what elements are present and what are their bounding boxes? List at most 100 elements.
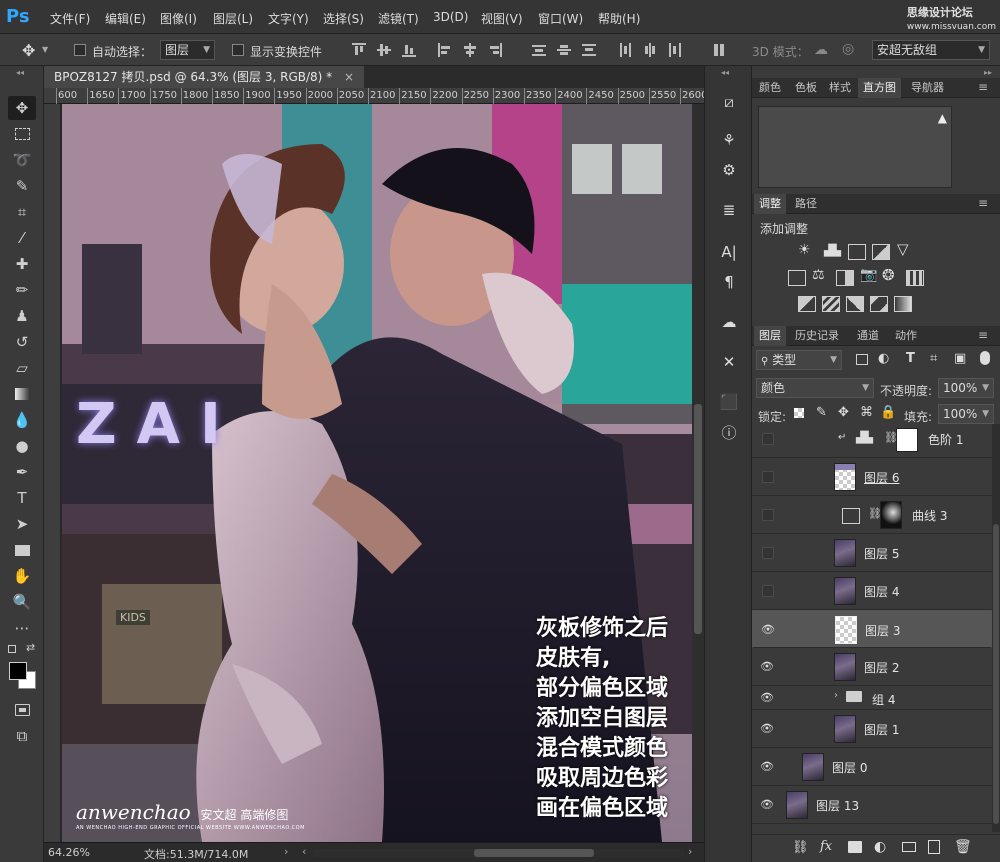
lock-position-icon[interactable]: ✥: [838, 405, 849, 420]
menu-image[interactable]: 图像(I): [160, 10, 197, 27]
tool-preset-arrow-icon[interactable]: ▼: [42, 45, 48, 54]
document-tab[interactable]: BPOZ8127 拷贝.psd @ 64.3% (图层 3, RGB/8) * …: [44, 66, 365, 88]
3d-orbit-icon[interactable]: ☁: [814, 42, 828, 58]
align-vcenter-icon[interactable]: [377, 43, 391, 57]
toolbar-collapse-icon[interactable]: ◂◂: [16, 68, 24, 77]
layer-name[interactable]: 图层 3: [865, 622, 900, 640]
photo-filter-icon[interactable]: 📷: [860, 267, 877, 283]
tool-presets-icon[interactable]: ⚙: [717, 158, 741, 182]
filter-smart-object-icon[interactable]: ▣: [954, 351, 966, 366]
eye-icon[interactable]: 👁: [760, 798, 774, 812]
align-left-icon[interactable]: [438, 43, 452, 57]
move-tool-icon[interactable]: ✥: [22, 41, 35, 60]
layer-row[interactable]: 👁 图层 2: [752, 648, 992, 686]
menu-window[interactable]: 窗口(W): [538, 10, 583, 27]
gradient-tool-icon[interactable]: [8, 382, 36, 406]
eyedropper-tool-icon[interactable]: ⁄: [8, 226, 36, 250]
expand-group-icon[interactable]: ›: [834, 690, 838, 701]
layer-row[interactable]: 图层 4: [752, 572, 992, 610]
healing-brush-tool-icon[interactable]: ✚: [8, 252, 36, 276]
fill-input[interactable]: 100% ▼: [938, 404, 994, 424]
new-layer-icon[interactable]: [928, 840, 940, 854]
crop-tool-icon[interactable]: ⌗: [8, 200, 36, 224]
tab-styles[interactable]: 样式: [824, 78, 856, 98]
layer-row[interactable]: 👁 图层 1: [752, 710, 992, 748]
layer-style-icon[interactable]: fx: [820, 839, 832, 854]
layer-name[interactable]: 图层 13: [816, 797, 859, 814]
marquee-tool-icon[interactable]: [8, 122, 36, 146]
align-bottom-icon[interactable]: [402, 43, 416, 57]
lasso-tool-icon[interactable]: ➰: [8, 148, 36, 172]
brush-tool-icon[interactable]: ✏: [8, 278, 36, 302]
layer-name[interactable]: 组 4: [872, 691, 895, 708]
filter-toggle-switch[interactable]: [980, 351, 990, 365]
layer-row-selected[interactable]: 👁 图层 3: [752, 610, 992, 648]
new-adjustment-layer-icon[interactable]: ◐: [874, 839, 886, 855]
layer-row[interactable]: 图层 6: [752, 458, 992, 496]
delete-layer-icon[interactable]: 🗑: [954, 839, 972, 855]
brightness-contrast-icon[interactable]: ☀: [798, 242, 811, 258]
layer-row[interactable]: ↵ ▟▙ ⛓ 色阶 1: [752, 424, 992, 458]
layer-row[interactable]: 图层 5: [752, 534, 992, 572]
threshold-icon[interactable]: [846, 296, 864, 312]
canvas-area[interactable]: ZAI KIDS 灰板修饰之后 皮肤有, 部分偏色区域 添加空白图层 混合模式颜…: [60, 104, 704, 842]
tab-navigator[interactable]: 导航器: [906, 78, 949, 98]
visibility-toggle[interactable]: [762, 585, 774, 597]
menu-filter[interactable]: 滤镜(T): [378, 10, 419, 27]
eye-icon[interactable]: 👁: [760, 691, 774, 705]
eraser-tool-icon[interactable]: ▱: [8, 356, 36, 380]
tab-color[interactable]: 颜色: [754, 78, 786, 98]
layer-name[interactable]: 图层 2: [864, 659, 899, 676]
info-panel-icon[interactable]: ⓘ: [717, 420, 741, 444]
libraries-icon[interactable]: ☁: [717, 310, 741, 334]
menu-view[interactable]: 视图(V): [481, 10, 523, 27]
align-top-icon[interactable]: [352, 43, 366, 57]
filter-adjustment-icon[interactable]: ◐: [878, 351, 889, 366]
layers-scrollbar[interactable]: [992, 424, 1000, 832]
eye-icon[interactable]: 👁: [761, 623, 775, 637]
black-white-icon[interactable]: [836, 270, 854, 286]
layer-name[interactable]: 色阶 1: [928, 431, 963, 448]
rectangle-tool-icon[interactable]: [8, 538, 36, 562]
tab-actions[interactable]: 动作: [890, 326, 922, 346]
hue-saturation-icon[interactable]: [788, 270, 806, 286]
eye-icon[interactable]: 👁: [760, 722, 774, 736]
clone-stamp-tool-icon[interactable]: ♟: [8, 304, 36, 328]
levels-icon[interactable]: ▟▙: [824, 244, 842, 260]
zoom-tool-icon[interactable]: 🔍: [8, 590, 36, 614]
selective-color-icon[interactable]: [870, 296, 888, 312]
blend-mode-select[interactable]: 颜色 ▼: [756, 378, 874, 398]
layer-row[interactable]: 👁 图层 13: [752, 786, 992, 824]
layer-name[interactable]: 图层 5: [864, 545, 899, 562]
distribute-right-icon[interactable]: [668, 43, 682, 57]
posterize-icon[interactable]: [822, 296, 840, 312]
layer-mask-thumb[interactable]: [896, 428, 918, 452]
menu-3d[interactable]: 3D(D): [433, 10, 468, 24]
swap-colors-icon[interactable]: ⇄: [26, 641, 35, 654]
menu-file[interactable]: 文件(F): [50, 10, 90, 27]
add-mask-icon[interactable]: [848, 841, 862, 853]
menu-layer[interactable]: 图层(L): [213, 10, 253, 27]
auto-align-icon[interactable]: [712, 43, 726, 57]
new-group-icon[interactable]: [902, 842, 916, 852]
visibility-toggle[interactable]: [762, 547, 774, 559]
visibility-toggle[interactable]: [762, 433, 774, 445]
layer-filter-select[interactable]: ⚲ 类型 ▼: [756, 350, 842, 370]
distribute-vcenter-icon[interactable]: [557, 43, 571, 57]
clone-source-icon[interactable]: ≣: [717, 198, 741, 222]
layer-name[interactable]: 图层 6: [864, 469, 899, 486]
align-right-icon[interactable]: [488, 43, 502, 57]
distribute-hcenter-icon[interactable]: [643, 43, 657, 57]
tab-layers[interactable]: 图层: [754, 326, 786, 346]
panel-menu-icon[interactable]: ≡: [978, 196, 988, 210]
tab-channels[interactable]: 通道: [852, 326, 884, 346]
menu-select[interactable]: 选择(S): [323, 10, 364, 27]
tab-history[interactable]: 历史记录: [790, 326, 844, 346]
warning-icon[interactable]: ▲: [938, 111, 947, 125]
zoom-level[interactable]: 64.26%: [48, 846, 90, 859]
screen-mode-icon[interactable]: ⧉: [8, 724, 36, 748]
history-brush-tool-icon[interactable]: ↺: [8, 330, 36, 354]
layer-name[interactable]: 图层 4: [864, 583, 899, 600]
wedding-photo[interactable]: ZAI KIDS 灰板修饰之后 皮肤有, 部分偏色区域 添加空白图层 混合模式颜…: [62, 104, 692, 842]
quick-mask-icon[interactable]: [8, 698, 36, 722]
